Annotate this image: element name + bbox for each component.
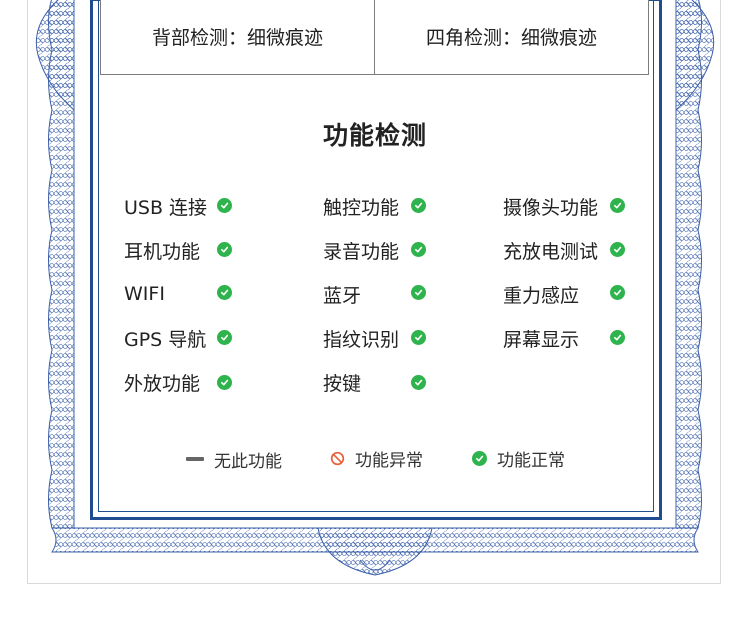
- check-icon: [217, 285, 232, 300]
- check-icon: [217, 330, 232, 345]
- feature-earphone: 耳机功能: [124, 240, 201, 263]
- check-icon: [411, 285, 426, 300]
- feature-display: 屏幕显示: [503, 328, 580, 351]
- feature-fingerprint: 指纹识别: [323, 328, 400, 351]
- feature-wifi: WIFI: [124, 283, 165, 305]
- check-icon: [610, 330, 625, 345]
- feature-touch: 触控功能: [323, 196, 400, 219]
- feature-gravity: 重力感应: [503, 284, 580, 307]
- section-title: 功能检测: [322, 121, 427, 150]
- check-icon: [411, 198, 426, 213]
- check-icon: [610, 285, 625, 300]
- check-icon: [411, 242, 426, 257]
- check-icon: [217, 375, 232, 390]
- check-icon: [217, 198, 232, 213]
- feature-recording: 录音功能: [323, 240, 400, 263]
- feature-buttons: 按键: [323, 372, 362, 395]
- feature-charging: 充放电测试: [503, 240, 599, 263]
- feature-speaker: 外放功能: [124, 372, 201, 395]
- check-icon: [610, 198, 625, 213]
- corner-check-cell: 四角检测：细微痕迹: [374, 0, 648, 74]
- dash-icon: [186, 457, 204, 461]
- back-check-cell: 背部检测：细微痕迹: [151, 27, 323, 49]
- feature-bluetooth: 蓝牙: [323, 284, 362, 307]
- prohibited-icon: [330, 451, 345, 466]
- check-icon: [472, 450, 487, 466]
- legend-abnormal: 功能异常: [330, 446, 423, 471]
- feature-usb: USB 连接: [124, 196, 208, 219]
- feature-gps: GPS 导航: [124, 328, 207, 351]
- check-icon: [610, 242, 625, 257]
- check-icon: [411, 375, 426, 390]
- check-icon: [217, 242, 232, 257]
- feature-camera: 摄像头功能: [503, 196, 599, 219]
- check-icon: [411, 330, 426, 345]
- legend-none: 无此功能: [186, 447, 282, 472]
- legend-normal: 功能正常: [472, 446, 565, 471]
- appearance-table: 背部检测：细微痕迹 四角检测：细微痕迹: [100, 0, 649, 75]
